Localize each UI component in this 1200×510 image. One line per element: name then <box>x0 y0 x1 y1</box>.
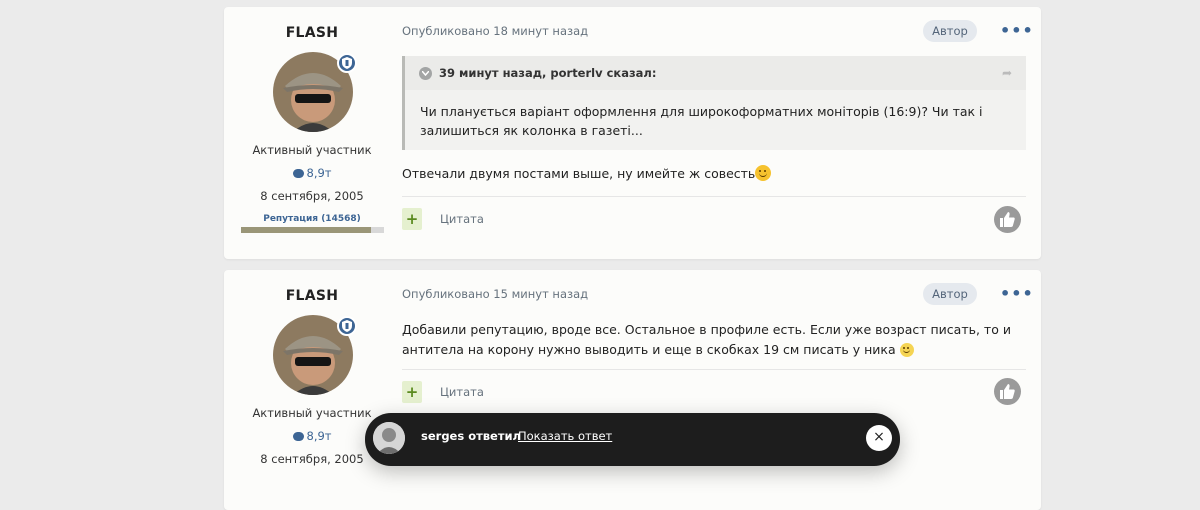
post-count[interactable]: 8,9т <box>224 166 400 180</box>
divider <box>402 369 1026 370</box>
quote-button[interactable]: Цитата <box>440 385 484 399</box>
post-date[interactable]: Опубликовано 18 минут назад <box>402 24 588 38</box>
chevron-down-icon[interactable] <box>419 67 432 80</box>
comment-icon <box>292 432 304 441</box>
reputation-fill <box>241 227 372 233</box>
show-reply-link[interactable]: Показать ответ <box>518 429 612 443</box>
quote-citation: 39 минут назад, porterlv сказал: <box>439 66 657 80</box>
reputation-bar <box>241 227 384 233</box>
smile-emoji <box>755 165 772 181</box>
smile-emoji <box>899 343 914 357</box>
notification-text: serges ответил <box>421 429 521 443</box>
thumbs-up-icon[interactable] <box>994 206 1021 233</box>
author-name[interactable]: FLASH <box>224 25 400 41</box>
post-date[interactable]: Опубликовано 15 минут назад <box>402 287 588 301</box>
reputation-label: Репутация (14568) <box>263 214 361 224</box>
author-name[interactable]: FLASH <box>224 288 400 304</box>
post-1: FLASH Активный участник 8,9т 8 сентября,… <box>224 7 1041 259</box>
quote-header[interactable]: 39 минут назад, porterlv сказал: ➦ <box>405 56 1026 90</box>
post-count-value: 8,9т <box>306 166 332 180</box>
multiquote-button[interactable]: + <box>402 381 422 403</box>
more-options-button[interactable]: ••• <box>1000 21 1034 40</box>
post-text-content: Добавили репутацию, вроде все. Остальное… <box>402 322 1011 357</box>
post-count-value: 8,9т <box>306 429 332 443</box>
post-2: FLASH Активный участник 8,9т 8 сентября,… <box>224 270 1041 510</box>
share-icon[interactable]: ➦ <box>1002 66 1012 80</box>
thumbs-up-icon[interactable] <box>994 378 1021 405</box>
quote-button[interactable]: Цитата <box>440 212 484 226</box>
quote-text: Чи планується варіант оформлення для шир… <box>420 104 983 138</box>
more-options-button[interactable]: ••• <box>1000 284 1034 303</box>
join-date: 8 сентября, 2005 <box>260 189 364 203</box>
reply-notification: serges ответил Показать ответ × <box>365 413 900 466</box>
author-badge: Автор <box>923 283 977 305</box>
shield-icon <box>337 53 357 73</box>
post-text-content: Отвечали двумя постами выше, ну имейте ж… <box>402 166 756 181</box>
author-badge: Автор <box>923 20 977 42</box>
comment-icon <box>292 169 304 178</box>
post-text: Отвечали двумя постами выше, ну имейте ж… <box>402 165 772 181</box>
post-text: Добавили репутацию, вроде все. Остальное… <box>402 320 1022 360</box>
shield-icon <box>337 316 357 336</box>
member-rank: Активный участник <box>252 143 372 157</box>
avatar[interactable] <box>373 422 405 454</box>
divider <box>402 196 1026 197</box>
quote-block: 39 минут назад, porterlv сказал: ➦ Чи пл… <box>402 56 1026 150</box>
close-button[interactable]: × <box>866 425 892 451</box>
multiquote-button[interactable]: + <box>402 208 422 230</box>
